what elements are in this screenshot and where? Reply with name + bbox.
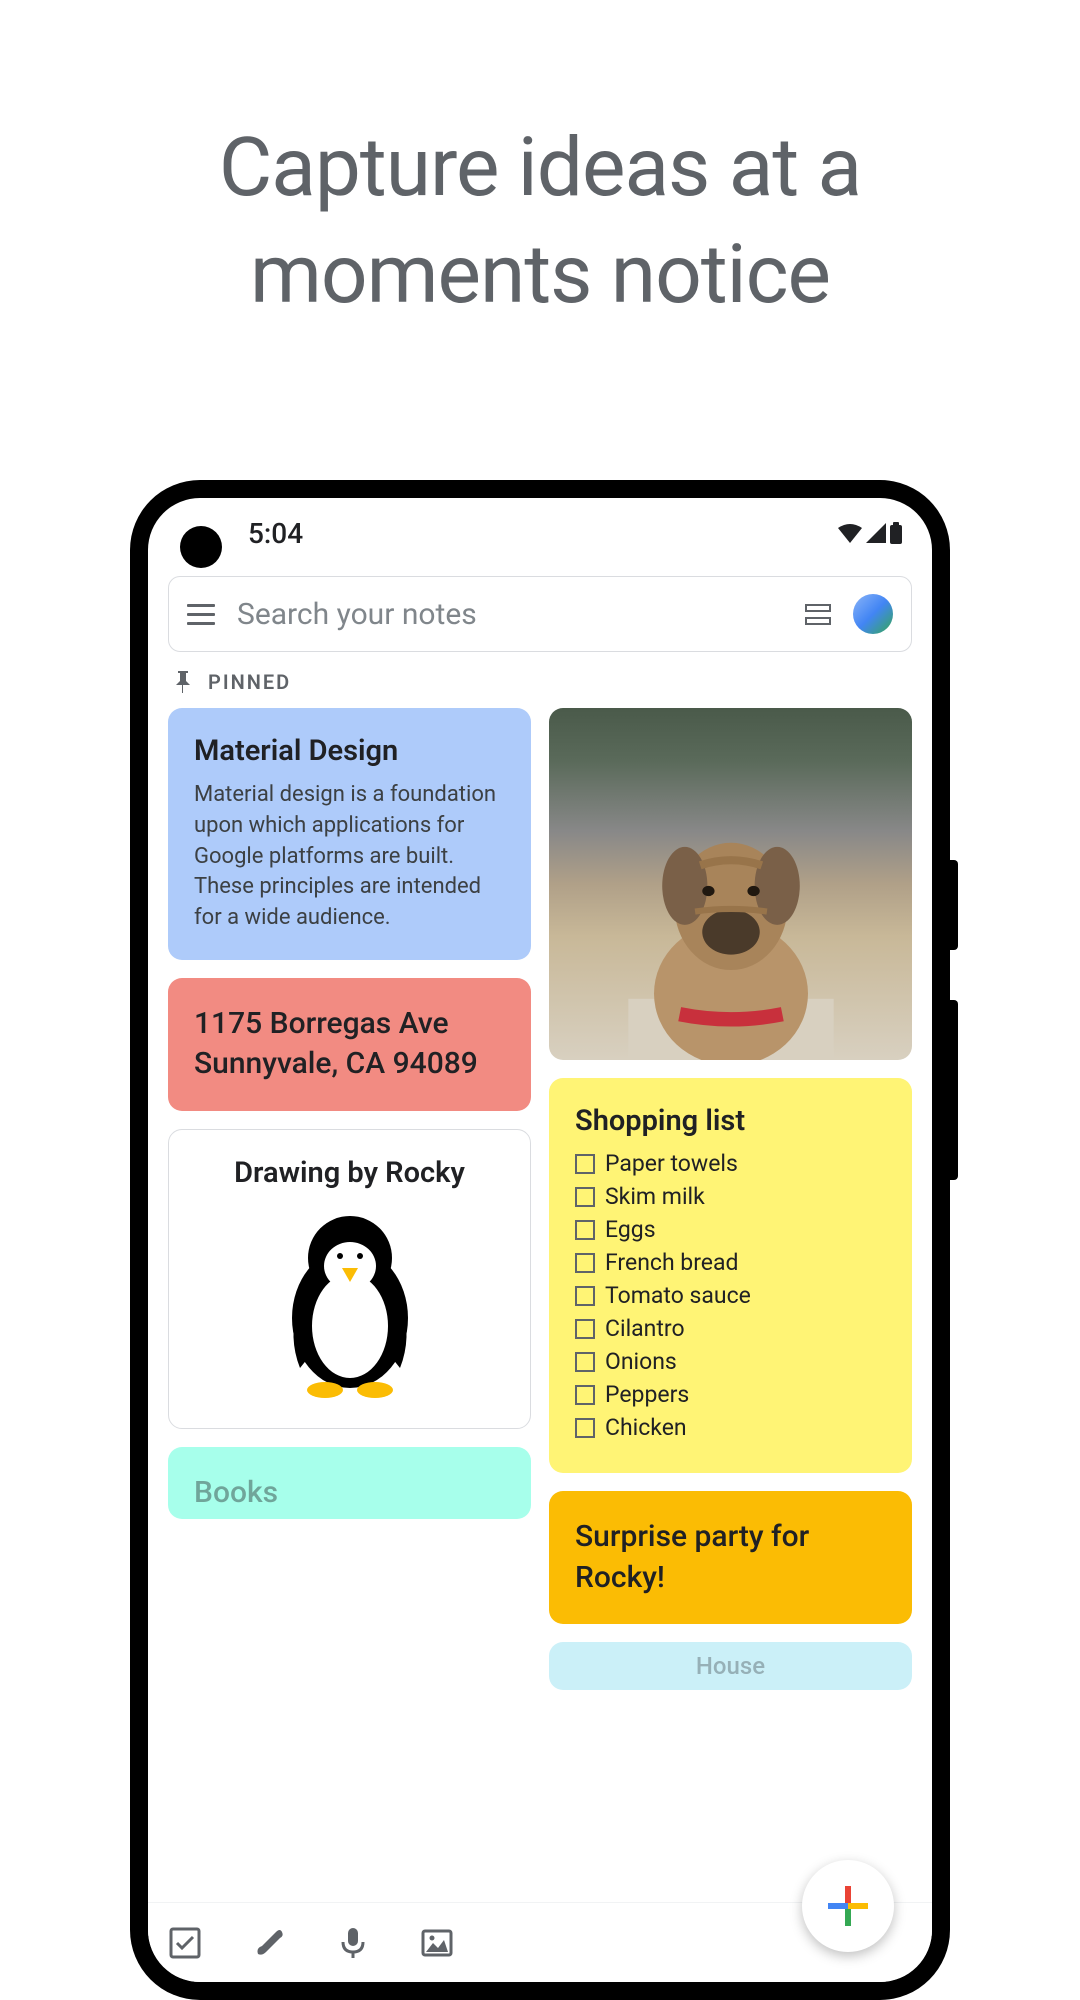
checklist-item[interactable]: Chicken — [575, 1414, 886, 1441]
create-note-fab[interactable] — [802, 1860, 894, 1952]
note-card-shopping[interactable]: Shopping list Paper towels Skim milk Egg… — [549, 1078, 912, 1473]
view-toggle-icon[interactable] — [805, 604, 831, 625]
note-card-house[interactable]: House — [549, 1642, 912, 1690]
dog-image — [594, 814, 866, 1060]
brush-icon[interactable] — [252, 1926, 286, 1960]
marketing-headline: Capture ideas at a moments notice — [0, 0, 1080, 328]
note-card-party[interactable]: Surprise party for Rocky! — [549, 1491, 912, 1624]
pinned-section-header: PINNED — [148, 670, 932, 708]
pin-icon — [174, 671, 192, 693]
note-card-photo[interactable] — [549, 708, 912, 1060]
checkbox-icon[interactable] — [575, 1385, 595, 1405]
checklist-icon[interactable] — [168, 1926, 202, 1960]
item-label: Paper towels — [605, 1150, 738, 1177]
wifi-icon — [838, 523, 862, 543]
notes-grid: Material Design Material design is a fou… — [148, 708, 932, 1690]
checklist-item[interactable]: Tomato sauce — [575, 1282, 886, 1309]
status-icons — [838, 522, 902, 544]
checklist: Paper towels Skim milk Eggs French bread… — [575, 1150, 886, 1441]
note-card-material-design[interactable]: Material Design Material design is a fou… — [168, 708, 531, 960]
checklist-item[interactable]: French bread — [575, 1249, 886, 1276]
status-time: 5:04 — [248, 517, 303, 550]
checklist-item[interactable]: Skim milk — [575, 1183, 886, 1210]
checkbox-icon[interactable] — [575, 1154, 595, 1174]
note-title: House — [575, 1650, 886, 1682]
note-title: Surprise party for Rocky! — [575, 1517, 886, 1598]
item-label: Tomato sauce — [605, 1282, 751, 1309]
item-label: Onions — [605, 1348, 677, 1375]
checkbox-icon[interactable] — [575, 1253, 595, 1273]
checklist-item[interactable]: Cilantro — [575, 1315, 886, 1342]
checkbox-icon[interactable] — [575, 1220, 595, 1240]
signal-icon — [866, 523, 886, 543]
checklist-item[interactable]: Onions — [575, 1348, 886, 1375]
note-title: Material Design — [194, 734, 505, 768]
hamburger-menu-icon[interactable] — [187, 604, 215, 625]
item-label: Eggs — [605, 1216, 656, 1243]
status-bar: 5:04 — [148, 498, 932, 568]
camera-cutout — [180, 526, 222, 568]
penguin-drawing — [270, 1208, 430, 1398]
search-bar[interactable]: Search your notes — [168, 576, 912, 652]
note-title: Shopping list — [575, 1104, 886, 1138]
phone-screen: 5:04 Search your notes PINNED — [148, 498, 932, 1982]
pinned-label: PINNED — [208, 670, 291, 694]
note-title: Drawing by Rocky — [195, 1156, 504, 1190]
item-label: Chicken — [605, 1414, 687, 1441]
note-card-address[interactable]: 1175 Borregas Ave Sunnyvale, CA 94089 — [168, 978, 531, 1111]
checkbox-icon[interactable] — [575, 1187, 595, 1207]
item-label: Cilantro — [605, 1315, 685, 1342]
note-title: Books — [194, 1473, 505, 1514]
item-label: Skim milk — [605, 1183, 705, 1210]
checklist-item[interactable]: Eggs — [575, 1216, 886, 1243]
battery-icon — [890, 522, 902, 544]
microphone-icon[interactable] — [336, 1926, 370, 1960]
profile-avatar[interactable] — [853, 594, 893, 634]
note-text: 1175 Borregas Ave Sunnyvale, CA 94089 — [194, 1004, 505, 1085]
note-body: Material design is a foundation upon whi… — [194, 780, 505, 934]
phone-frame: 5:04 Search your notes PINNED — [130, 480, 950, 2000]
checkbox-icon[interactable] — [575, 1286, 595, 1306]
phone-side-button — [950, 860, 958, 950]
checkbox-icon[interactable] — [575, 1319, 595, 1339]
note-card-books[interactable]: Books — [168, 1447, 531, 1520]
search-input[interactable]: Search your notes — [237, 597, 783, 632]
item-label: Peppers — [605, 1381, 689, 1408]
item-label: French bread — [605, 1249, 739, 1276]
plus-icon — [828, 1886, 868, 1926]
image-icon[interactable] — [420, 1926, 454, 1960]
note-card-drawing[interactable]: Drawing by Rocky — [168, 1129, 531, 1429]
checklist-item[interactable]: Peppers — [575, 1381, 886, 1408]
checkbox-icon[interactable] — [575, 1352, 595, 1372]
checklist-item[interactable]: Paper towels — [575, 1150, 886, 1177]
checkbox-icon[interactable] — [575, 1418, 595, 1438]
phone-side-button-2 — [950, 1000, 958, 1180]
